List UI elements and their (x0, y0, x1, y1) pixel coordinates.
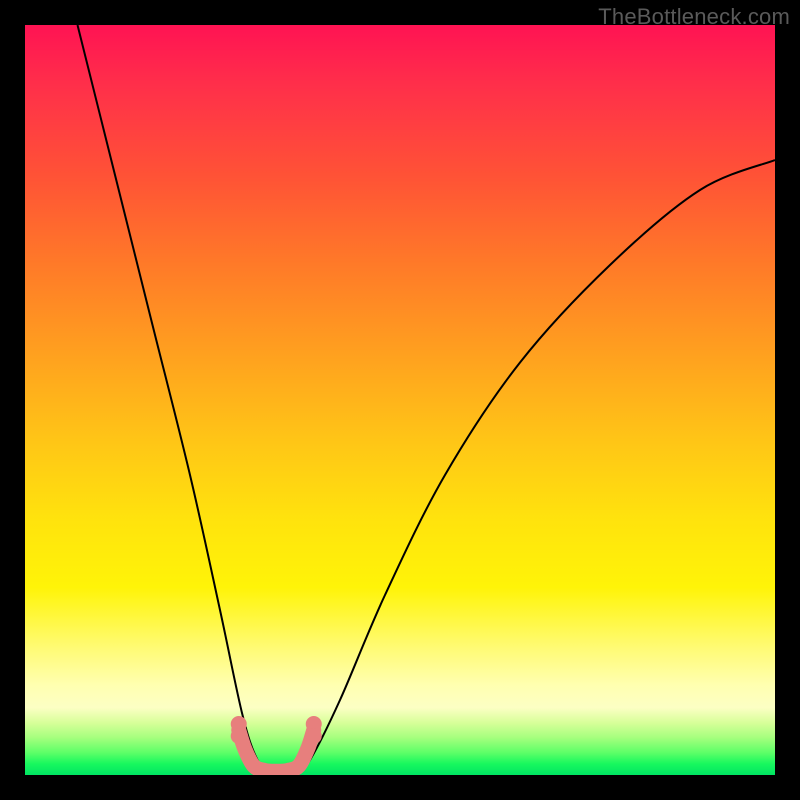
trough-marker-band (239, 730, 314, 771)
plot-area (25, 25, 775, 775)
curve-left-branch (78, 25, 273, 775)
chart-container: TheBottleneck.com (0, 0, 800, 800)
curve-overlay (25, 25, 775, 775)
curve-right-branch (295, 160, 775, 775)
watermark-text: TheBottleneck.com (598, 4, 790, 30)
